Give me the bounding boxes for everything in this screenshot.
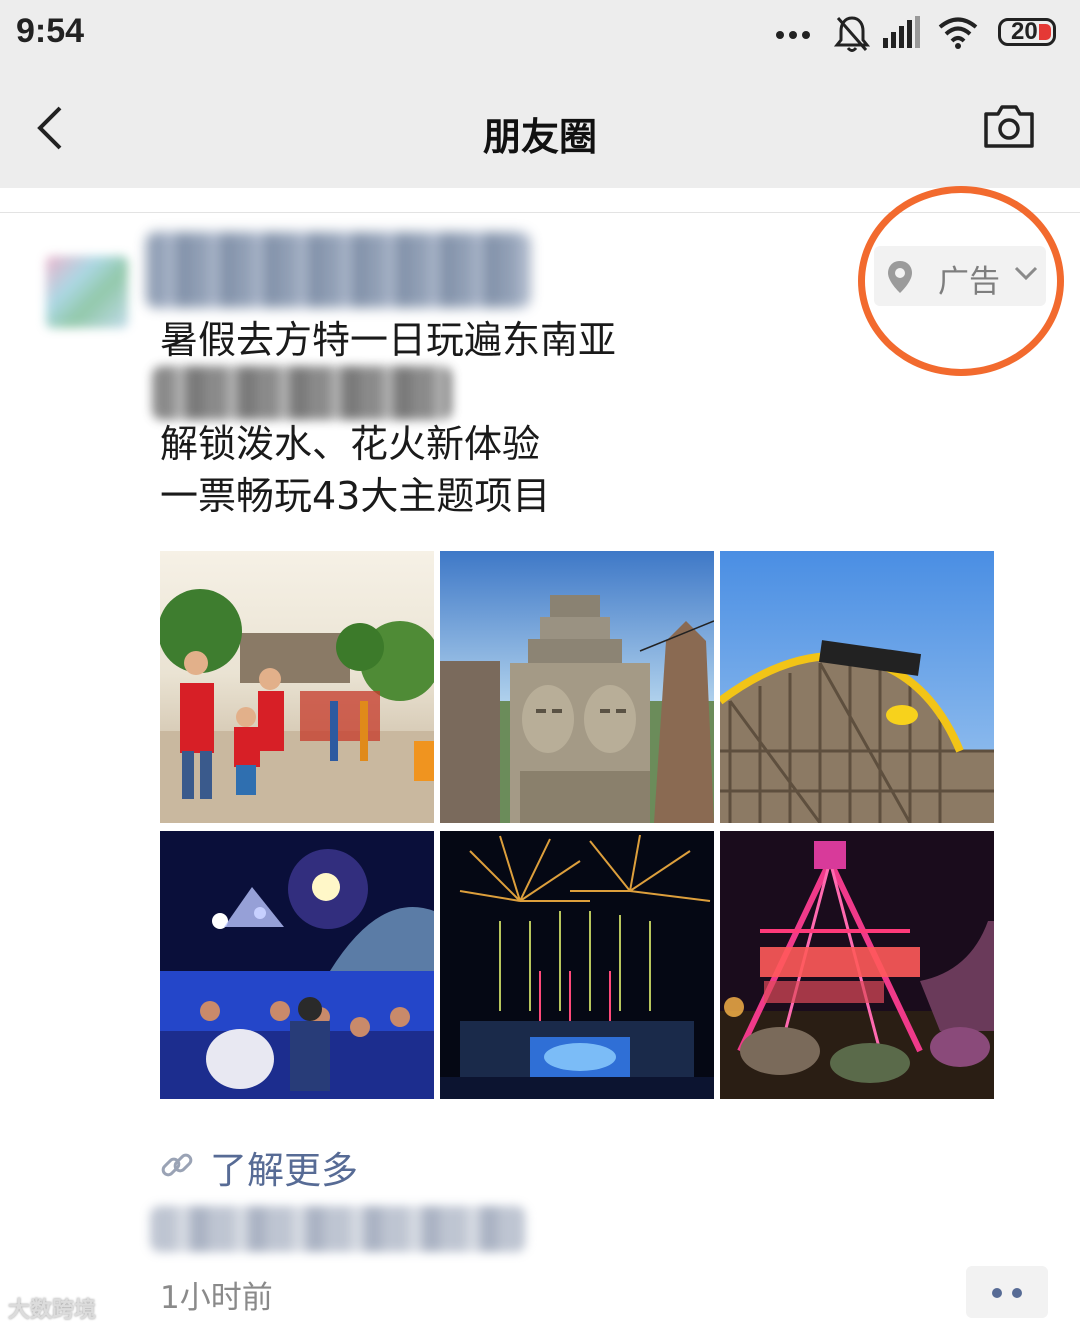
watermark: 大数跨境 [8, 1292, 96, 1324]
camera-icon[interactable] [982, 104, 1036, 150]
post-line: 一票畅玩43大主题项目 [160, 474, 551, 518]
wifi-icon [938, 17, 978, 49]
more-options-button[interactable] [966, 1266, 1048, 1318]
signal-icon [883, 16, 920, 48]
battery-level: 20 [1011, 18, 1038, 45]
avatar[interactable] [46, 256, 128, 328]
photo-fireworks[interactable] [440, 831, 714, 1103]
photo-water-night-show[interactable] [160, 831, 434, 1103]
post-line: 暑假去方特一日玩遍东南亚 [160, 318, 617, 362]
link-icon [161, 1153, 193, 1177]
redacted-text [150, 1206, 526, 1252]
post-line: 解锁泼水、花火新体验 [160, 422, 541, 466]
battery-icon: 20 [998, 18, 1056, 46]
photo-roller-coaster[interactable] [720, 551, 994, 823]
learn-more-label[interactable]: 了解更多 [210, 1140, 358, 1194]
highlight-ring [858, 186, 1064, 376]
status-bar: 9:54 20 [0, 0, 1080, 70]
photo-viking-ride[interactable] [720, 831, 994, 1103]
redacted-text [152, 366, 452, 420]
post-timestamp: 1小时前 [160, 1280, 273, 1316]
more-dots-icon [776, 24, 816, 44]
page-title: 朋友圈 [482, 115, 597, 159]
watermark-text: 大数跨境 [8, 1298, 97, 1323]
image-grid [160, 551, 994, 1099]
photo-angkor-faces[interactable] [440, 551, 714, 823]
photo-parade-family[interactable] [160, 551, 434, 823]
nav-bar: 朋友圈 [0, 70, 1080, 188]
username-redacted[interactable] [146, 232, 530, 308]
bell-muted-icon [834, 16, 870, 52]
status-time: 9:54 [16, 12, 85, 50]
